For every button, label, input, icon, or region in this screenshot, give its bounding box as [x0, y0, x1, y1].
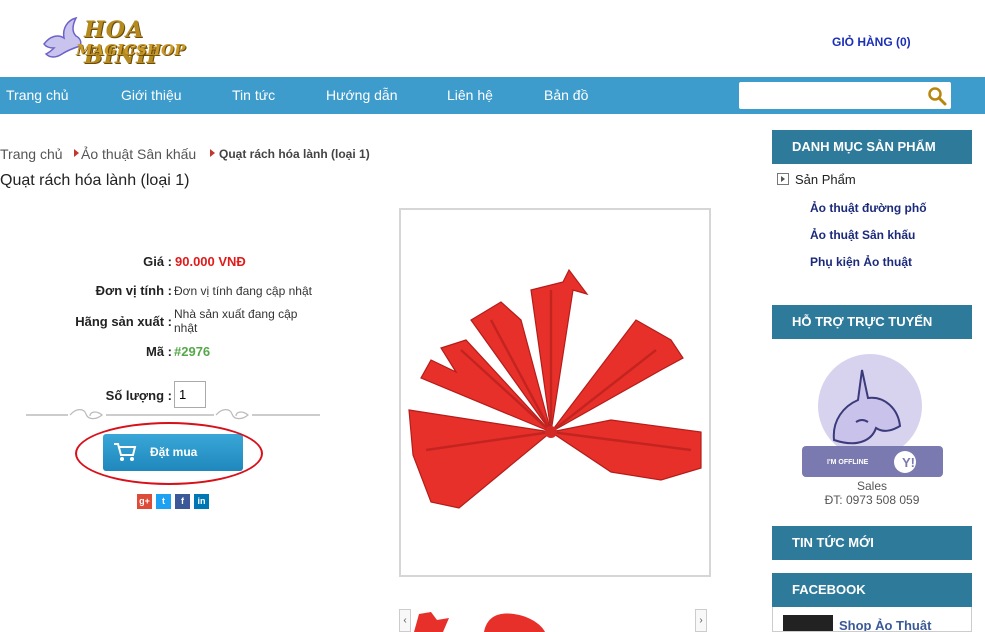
code-label: Mã :: [146, 344, 172, 359]
category-root[interactable]: Sản Phẩm: [777, 172, 856, 187]
category-item-street-magic[interactable]: Ảo thuật đường phố: [810, 201, 927, 215]
category-item-accessories[interactable]: Phụ kiện Ảo thuật: [810, 255, 912, 269]
yahoo-status: I'M OFFLINE: [827, 459, 869, 466]
breadcrumb-arrow-icon: [210, 149, 215, 157]
order-button-label: Đặt mua: [150, 445, 198, 459]
news-heading: TIN TỨC MỚI: [772, 526, 972, 560]
nav-item-map[interactable]: Bản đồ: [544, 87, 588, 103]
nav-item-news[interactable]: Tin tức: [232, 87, 275, 103]
search-input[interactable]: [743, 82, 923, 107]
price-value: 90.000 VNĐ: [175, 254, 246, 269]
facebook-icon[interactable]: f: [175, 494, 190, 509]
logo[interactable]: HOA BINH MAGICSHOP: [40, 14, 190, 69]
thumb-next-button[interactable]: ›: [695, 609, 707, 632]
logo-line2: MAGICSHOP: [76, 41, 186, 59]
facebook-heading: FACEBOOK: [772, 573, 972, 607]
cart-link[interactable]: GIỎ HÀNG (0): [832, 35, 911, 49]
support-phone: ĐT: 0973 508 059: [824, 493, 920, 507]
svg-text:Y!: Y!: [902, 455, 915, 470]
category-root-label: Sản Phẩm: [795, 172, 856, 187]
yahoo-avatar[interactable]: Y!: [772, 340, 972, 480]
breadcrumb-category[interactable]: Ảo thuật Sân khấu: [81, 146, 196, 162]
thumbnail-2[interactable]: [484, 613, 545, 632]
facebook-widget[interactable]: Shop Ảo Thuật: [772, 607, 972, 632]
ornament-divider: [26, 409, 320, 420]
brand-label: Hãng sản xuất :: [75, 314, 172, 329]
categories-heading: DANH MỤC SẢN PHẨM: [772, 130, 972, 164]
red-fans-image: [408, 268, 702, 509]
google-plus-icon[interactable]: g+: [137, 494, 152, 509]
product-title: Quạt rách hóa lành (loại 1): [0, 172, 190, 189]
facebook-page-avatar: [783, 615, 833, 631]
support-heading: HỖ TRỢ TRỰC TUYẾN: [772, 305, 972, 339]
facebook-page-name[interactable]: Shop Ảo Thuật: [839, 618, 931, 631]
linkedin-icon[interactable]: in: [194, 494, 209, 509]
quantity-input[interactable]: [174, 381, 206, 408]
twitter-icon[interactable]: t: [156, 494, 171, 509]
breadcrumb-home[interactable]: Trang chủ: [0, 146, 63, 162]
nav-item-contact[interactable]: Liên hệ: [447, 87, 493, 103]
breadcrumb-arrow-icon: [74, 149, 79, 157]
search-box[interactable]: [739, 82, 951, 109]
product-image[interactable]: [399, 208, 711, 577]
category-item-stage-magic[interactable]: Ảo thuật Sân khấu: [810, 228, 915, 242]
support-name: Sales: [856, 479, 888, 493]
nav-item-guide[interactable]: Hướng dẫn: [326, 87, 397, 103]
thumbnail-strip: [399, 608, 708, 632]
nav-item-about[interactable]: Giới thiệu: [121, 87, 182, 103]
unit-label: Đơn vị tính :: [95, 283, 172, 298]
expand-arrow-icon: [777, 173, 789, 185]
quantity-label: Số lượng :: [105, 388, 172, 403]
header: HOA BINH MAGICSHOP GIỎ HÀNG (0): [0, 0, 985, 77]
nav-item-home[interactable]: Trang chủ: [6, 87, 69, 103]
brand-value: Nhà sản xuất đang cập nhật: [174, 307, 298, 335]
price-label: Giá :: [143, 254, 172, 269]
order-button[interactable]: Đặt mua: [103, 434, 243, 471]
breadcrumb-current: Quạt rách hóa lành (loại 1): [219, 147, 370, 161]
thumbnail-1[interactable]: [414, 612, 449, 632]
unit-value: Đơn vị tính đang cập nhật: [174, 284, 312, 298]
product-code: #2976: [174, 344, 211, 359]
shopping-cart-icon: [114, 443, 137, 461]
search-icon[interactable]: [927, 86, 947, 106]
